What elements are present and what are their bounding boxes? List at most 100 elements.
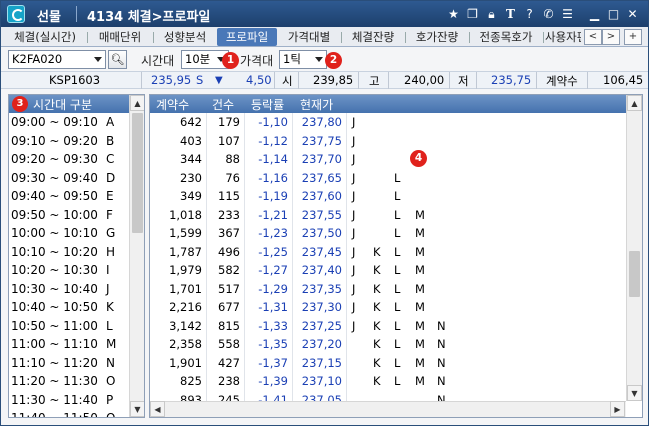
profile-letter: N xyxy=(437,318,446,333)
time-slot-code: P xyxy=(106,392,114,407)
time-slot-row[interactable]: 09:30 ~ 09:40 D xyxy=(9,169,129,188)
search-button[interactable]: 🔍︎ xyxy=(108,50,127,69)
time-slot-row[interactable]: 10:10 ~ 10:20 H xyxy=(9,243,129,262)
time-slot-row[interactable]: 09:10 ~ 09:20 B xyxy=(9,132,129,151)
time-slot-row[interactable]: 10:40 ~ 10:50 K xyxy=(9,298,129,317)
time-slot-code: C xyxy=(106,152,115,166)
table-row[interactable]: 403 107 -1,12 237,75 J xyxy=(150,132,626,151)
quote-name: KSP1603 xyxy=(49,73,101,87)
right-scroll-thumb[interactable] xyxy=(629,251,640,297)
time-slot-row[interactable]: 10:30 ~ 10:40 J xyxy=(9,280,129,299)
cell-count: 815 xyxy=(218,318,240,333)
time-slot-row[interactable]: 11:10 ~ 11:20 N xyxy=(9,354,129,373)
table-row[interactable]: 344 88 -1,14 237,70 J xyxy=(150,150,626,169)
time-slot-range: 10:50 ~ 11:00 xyxy=(11,318,98,333)
quote-divider xyxy=(298,72,299,89)
scroll-up-icon[interactable]: ▲ xyxy=(627,95,642,111)
tab-realtime[interactable]: 체결(실시간) xyxy=(5,28,85,46)
table-row[interactable]: 1,787 496 -1,25 237,45 J K L M xyxy=(150,243,626,262)
time-slot-row[interactable]: 09:40 ~ 09:50 E xyxy=(9,187,129,206)
table-row[interactable]: 1,901 427 -1,37 237,15 K L M N xyxy=(150,354,626,373)
profile-letter: K xyxy=(373,263,381,277)
cell-count: 582 xyxy=(218,263,240,277)
scroll-down-icon[interactable]: ▼ xyxy=(627,385,642,401)
table-row[interactable]: 230 76 -1,16 237,65 J L xyxy=(150,169,626,188)
tab-all-quotes[interactable]: 전종목호가 xyxy=(471,28,541,46)
price-combo[interactable]: 1틱 xyxy=(279,50,327,69)
time-slot-row[interactable]: 10:20 ~ 10:30 I xyxy=(9,261,129,280)
tab-trade-remain[interactable]: 체결잔량 xyxy=(343,28,403,46)
minimize-icon[interactable]: ▁ xyxy=(585,5,604,23)
table-row[interactable]: 1,979 582 -1,27 237,40 J K L M xyxy=(150,261,626,280)
profile-letter: M xyxy=(415,374,425,388)
profile-letter: L xyxy=(394,374,401,388)
code-combo[interactable]: K2FA020 xyxy=(8,50,106,69)
left-scroll-thumb[interactable] xyxy=(132,113,143,233)
time-label: 시간대 xyxy=(141,54,175,68)
text-icon[interactable]: T xyxy=(501,5,520,23)
scroll-left-icon[interactable]: ◀ xyxy=(150,401,165,417)
profile-table: 계약수 건수 등락률 현재가 642 179 -1,10 237,80 J 403 107 -… xyxy=(149,94,643,418)
tab-divider xyxy=(405,32,406,43)
left-scrollbar[interactable]: ▲ ▼ xyxy=(129,95,144,417)
quote-volume: 106,45 xyxy=(603,73,644,87)
profile-letter: J xyxy=(352,133,356,148)
scroll-down-icon[interactable]: ▼ xyxy=(130,401,144,417)
cell-contracts: 3,142 xyxy=(169,318,202,333)
horizontal-scrollbar[interactable]: ◀ ▶ xyxy=(150,401,626,417)
table-row[interactable]: 349 115 -1,19 237,60 J L xyxy=(150,187,626,206)
cell-rate: -1,14 xyxy=(258,152,288,166)
tab-prev-button[interactable]: < xyxy=(584,29,602,45)
tab-trade-unit[interactable]: 매매단위 xyxy=(89,28,151,46)
down-arrow-icon: ▼ xyxy=(215,75,223,86)
time-slot-code: K xyxy=(106,300,114,314)
star-icon[interactable]: ★ xyxy=(444,5,463,23)
cell-count: 517 xyxy=(218,281,240,296)
tab-profile[interactable]: 프로파일 xyxy=(217,28,277,46)
tab-next-button[interactable]: > xyxy=(602,29,620,45)
table-row[interactable]: 1,599 367 -1,23 237,50 J L M xyxy=(150,224,626,243)
tab-add-button[interactable]: + xyxy=(624,29,642,45)
profile-letter: K xyxy=(373,244,381,259)
table-row[interactable]: 642 179 -1,10 237,80 J xyxy=(150,113,626,132)
cell-contracts: 1,979 xyxy=(169,263,202,277)
menu-icon[interactable]: ☰ xyxy=(558,5,577,23)
lock-icon[interactable]: 🔒︎ xyxy=(482,5,501,23)
tab-by-price[interactable]: 가격대별 xyxy=(279,28,339,46)
copy-icon[interactable]: ❐ xyxy=(463,5,482,23)
table-row[interactable]: 2,216 677 -1,31 237,30 J K L M xyxy=(150,298,626,317)
quote-open: 239,85 xyxy=(313,73,354,87)
table-row[interactable]: 1,018 233 -1,21 237,55 J L M xyxy=(150,206,626,225)
time-slot-code: B xyxy=(106,133,115,148)
phone-icon[interactable]: ✆ xyxy=(539,5,558,23)
time-slot-row[interactable]: 10:00 ~ 10:10 G xyxy=(9,224,129,243)
time-slot-row[interactable]: 11:00 ~ 11:10 M xyxy=(9,335,129,354)
time-slot-row[interactable]: 11:20 ~ 11:30 O xyxy=(9,372,129,391)
tab-quote-remain[interactable]: 호가잔량 xyxy=(407,28,467,46)
help-icon[interactable]: ? xyxy=(520,5,539,23)
time-slot-row[interactable]: 11:30 ~ 11:40 P xyxy=(9,391,129,410)
time-slot-row[interactable]: 09:00 ~ 09:10 A xyxy=(9,113,129,132)
right-scrollbar[interactable]: ▲ ▼ xyxy=(626,95,642,401)
scroll-right-icon[interactable]: ▶ xyxy=(610,401,625,417)
table-row[interactable]: 2,358 558 -1,35 237,20 K L M N xyxy=(150,335,626,354)
scroll-up-icon[interactable]: ▲ xyxy=(130,95,144,111)
table-row[interactable]: 3,142 815 -1,33 237,25 J K L M N xyxy=(150,317,626,336)
cell-count: 427 xyxy=(218,355,240,370)
cell-rate: -1,27 xyxy=(258,263,288,277)
profile-letter: M xyxy=(415,226,425,240)
time-slot-row[interactable]: 11:40 ~ 11:50 Q xyxy=(9,409,129,417)
time-slot-range: 10:40 ~ 10:50 xyxy=(11,300,98,314)
time-slot-row[interactable]: 09:20 ~ 09:30 C xyxy=(9,150,129,169)
time-slot-range: 10:20 ~ 10:30 xyxy=(11,263,98,277)
tab-tendency[interactable]: 성향분석 xyxy=(155,28,215,46)
time-slot-row[interactable]: 09:50 ~ 10:00 F xyxy=(9,206,129,225)
table-row[interactable]: 825 238 -1,39 237,10 K L M N xyxy=(150,372,626,391)
close-icon[interactable]: ✕ xyxy=(623,5,642,23)
time-slot-row[interactable]: 10:50 ~ 11:00 L xyxy=(9,317,129,336)
cell-price: 237,40 xyxy=(301,263,342,277)
tab-user[interactable]: 사용자편 xyxy=(545,28,581,46)
table-row[interactable]: 1,701 517 -1,29 237,35 J K L M xyxy=(150,280,626,299)
code-value: K2FA020 xyxy=(12,52,63,66)
maximize-icon[interactable]: □ xyxy=(604,5,623,23)
